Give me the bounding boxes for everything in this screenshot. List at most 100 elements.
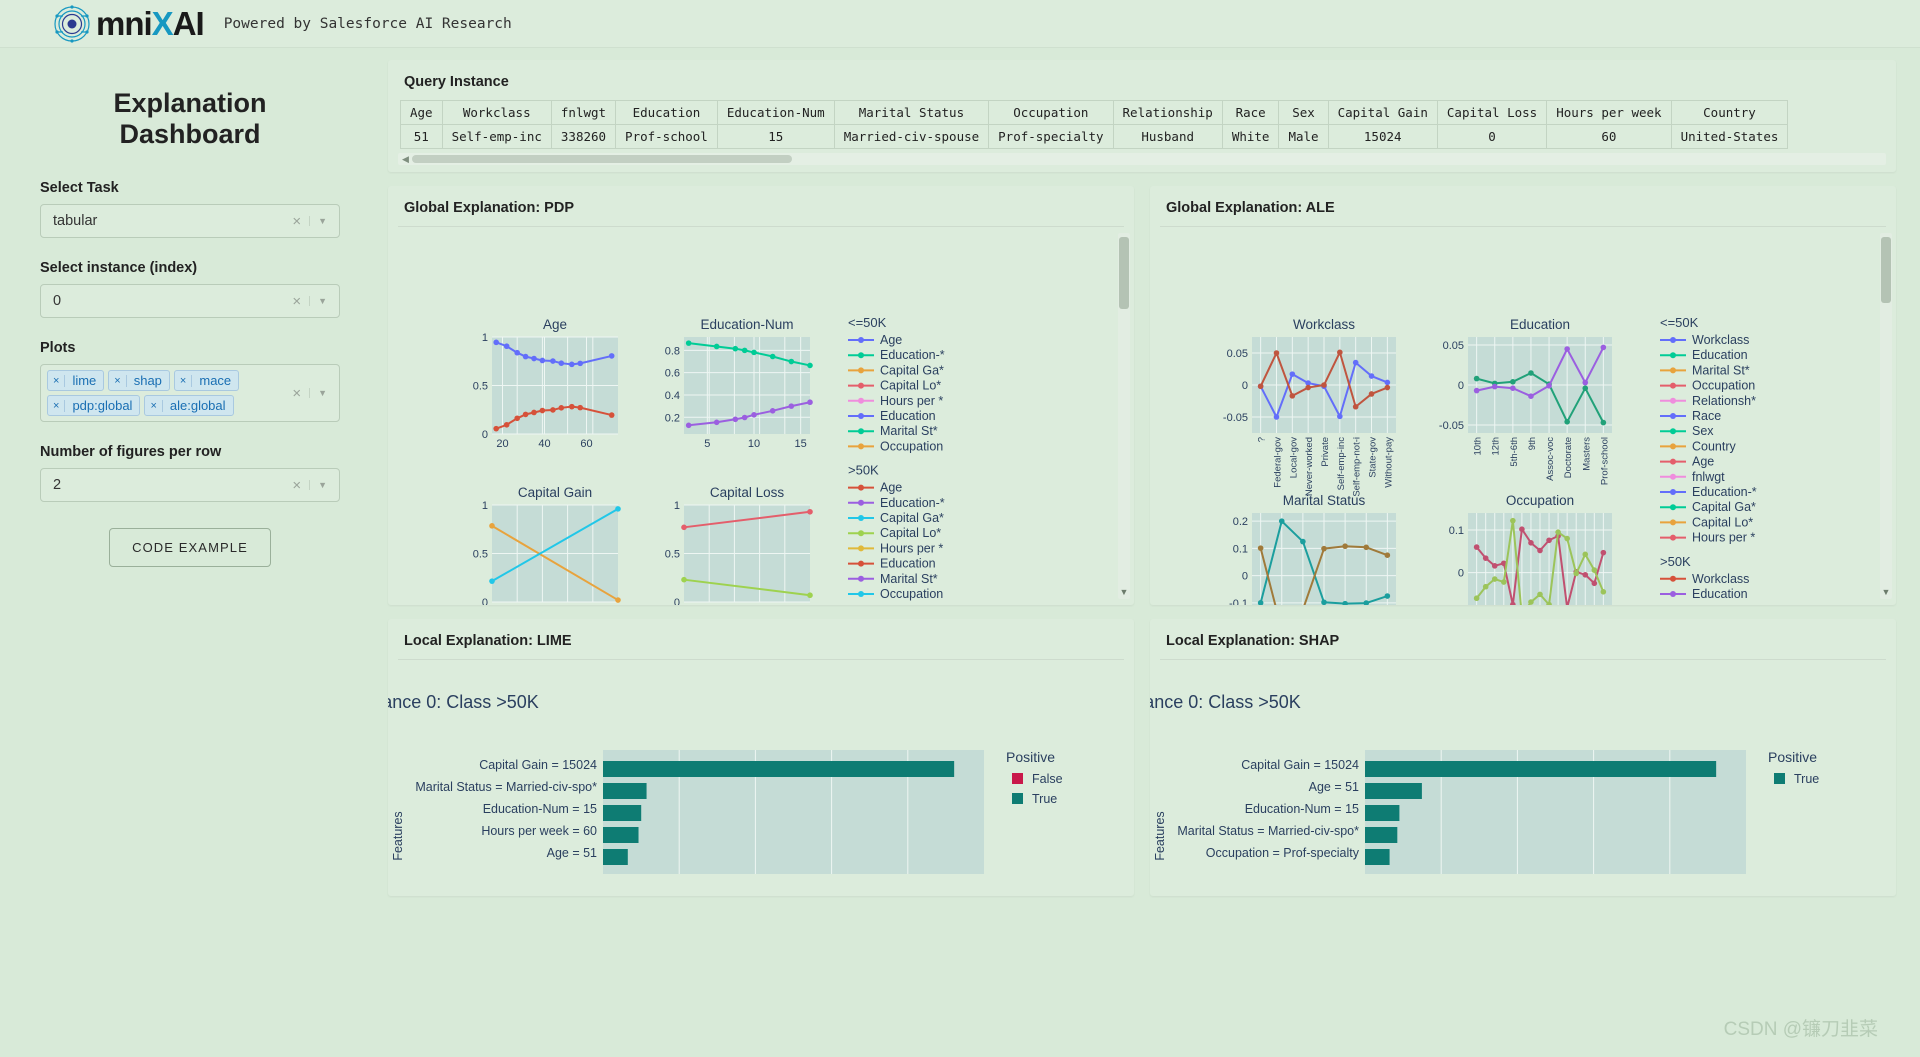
chevron-down-icon[interactable]: ▼ [309, 296, 335, 306]
table-column-header: Occupation [988, 100, 1114, 125]
svg-text:Marital St*: Marital St* [880, 572, 938, 586]
table-cell: 0 [1436, 124, 1548, 149]
query-instance-table: Age Workclass fnlwgt Education Education-Num… [400, 100, 1789, 149]
svg-text:Prof-school: Prof-school [1599, 437, 1610, 485]
svg-text:0: 0 [1242, 380, 1248, 392]
svg-text:False: False [1032, 772, 1063, 786]
chevron-down-icon[interactable]: ▼ [309, 388, 335, 398]
select-task-block: Select Task tabular × ▼ [40, 180, 340, 238]
svg-text:0: 0 [1242, 571, 1248, 583]
svg-text:0.8: 0.8 [665, 345, 680, 357]
plot-tag[interactable]: × shap [108, 370, 170, 391]
svg-text:Age = 51: Age = 51 [1309, 780, 1359, 794]
svg-text:Age: Age [880, 481, 902, 495]
scrollbar-thumb[interactable] [412, 155, 792, 163]
plot-tag[interactable]: × pdp:global [47, 395, 141, 416]
svg-text:Capital Gain: Capital Gain [518, 485, 592, 500]
svg-text:<=50K: <=50K [848, 315, 887, 330]
lime-panel: Local Explanation: LIME Instance 0: Clas… [388, 619, 1134, 896]
sidebar: Explanation Dashboard Select Task tabula… [0, 48, 380, 1057]
ale-panel: Global Explanation: ALE Workclass -0.05 0 0… [1150, 186, 1896, 605]
scroll-left-icon[interactable]: ◀ [398, 154, 413, 165]
svg-text:20: 20 [496, 438, 508, 450]
table-cell: White [1221, 124, 1280, 149]
svg-text:0: 0 [1458, 568, 1464, 580]
svg-text:Education-Num = 15: Education-Num = 15 [483, 802, 597, 816]
clear-icon[interactable]: × [284, 477, 309, 494]
select-instance-dropdown[interactable]: 0 × ▼ [40, 284, 340, 318]
table-column-header: Workclass [441, 100, 552, 125]
plot-tag[interactable]: × mace [173, 370, 240, 391]
svg-text:Sex: Sex [1692, 424, 1714, 438]
ale-vertical-scrollbar[interactable]: ▼ [1880, 233, 1892, 599]
figures-per-row-dropdown[interactable]: 2 × ▼ [40, 468, 340, 502]
scroll-down-icon[interactable]: ▼ [1119, 587, 1129, 597]
svg-text:Education-Num: Education-Num [700, 317, 793, 332]
code-example-button[interactable]: CODE EXAMPLE [109, 528, 271, 567]
svg-text:0.2: 0.2 [665, 412, 680, 424]
table-cell: 60 [1546, 124, 1672, 149]
remove-tag-icon[interactable]: × [48, 399, 66, 412]
select-task-dropdown[interactable]: tabular × ▼ [40, 204, 340, 238]
svg-text:Hours per week = 60: Hours per week = 60 [481, 824, 597, 838]
remove-tag-icon[interactable]: × [175, 374, 193, 387]
remove-tag-icon[interactable]: × [109, 374, 127, 387]
table-column-header: Country [1670, 100, 1789, 125]
svg-text:Instance 0: Class >50K: Instance 0: Class >50K [1150, 692, 1301, 712]
ale-figure: Workclass -0.05 0 0.05? Federal-gov Local-gov… [1223, 315, 1757, 605]
svg-text:Assoc-voc: Assoc-voc [1545, 437, 1556, 481]
svg-text:Doctorate: Doctorate [1563, 437, 1574, 478]
scrollbar-thumb[interactable] [1881, 237, 1891, 303]
scrollbar-thumb[interactable] [1119, 237, 1129, 309]
pdp-panel-title: Global Explanation: PDP [404, 200, 574, 216]
plot-tag-label: mace [199, 373, 232, 388]
svg-text:Capital Ga*: Capital Ga* [880, 511, 944, 525]
svg-text:12th: 12th [1491, 437, 1502, 456]
svg-text:5: 5 [704, 438, 710, 450]
plots-tag-list: × lime × shap × mace × pdp:global × ale:global [47, 370, 284, 416]
svg-text:Positive: Positive [1768, 749, 1817, 765]
table-column-header: Age [400, 100, 443, 125]
scroll-down-icon[interactable]: ▼ [1881, 587, 1891, 597]
svg-text:0.05: 0.05 [1443, 340, 1464, 352]
clear-icon[interactable]: × [284, 293, 309, 310]
remove-tag-icon[interactable]: × [145, 399, 163, 412]
brand-logo[interactable]: mniXAI [50, 2, 205, 46]
plots-controls: × ▼ [284, 385, 335, 402]
svg-text:Never-worked: Never-worked [1304, 437, 1315, 496]
plots-multiselect[interactable]: × lime × shap × mace × pdp:global × ale:global × … [40, 364, 340, 422]
plots-label: Plots [40, 340, 76, 356]
svg-text:Education: Education [880, 409, 936, 423]
page-title: Explanation Dashboard [113, 88, 267, 149]
svg-text:Age: Age [1692, 455, 1714, 469]
svg-text:Capital Lo*: Capital Lo* [1692, 515, 1753, 529]
table-column-header: Education [615, 100, 718, 125]
logo-wordmark: mniXAI [96, 5, 205, 42]
pdp-vertical-scrollbar[interactable]: ▼ [1118, 233, 1130, 599]
plot-tag[interactable]: × lime [47, 370, 105, 391]
clear-icon[interactable]: × [284, 213, 309, 230]
svg-text:Masters: Masters [1581, 437, 1592, 471]
select-instance-label: Select instance (index) [40, 260, 198, 276]
pdp-figure: Age 0 0.5 1 20 40 60 Education-Num 0.2 0.4 0.6 0.8 5… [473, 315, 945, 605]
svg-text:Education-*: Education-* [1692, 485, 1757, 499]
query-instance-table-scroll[interactable]: Age Workclass fnlwgt Education Education-Num… [388, 100, 1896, 149]
figures-per-row-value: 2 [53, 477, 62, 493]
plot-tag[interactable]: × ale:global [144, 395, 234, 416]
svg-text:0: 0 [674, 597, 680, 605]
logo-ai: AI [172, 5, 205, 42]
chevron-down-icon[interactable]: ▼ [309, 216, 335, 226]
svg-text:15: 15 [795, 438, 807, 450]
clear-icon[interactable]: × [284, 385, 309, 402]
remove-tag-icon[interactable]: × [48, 374, 66, 387]
svg-text:0.05: 0.05 [1227, 348, 1248, 360]
table-cell: 51 [400, 124, 443, 149]
horizontal-scrollbar[interactable]: ◀ [398, 153, 1886, 165]
svg-text:Education-*: Education-* [880, 496, 945, 510]
svg-text:Marital Status = Married-civ-s: Marital Status = Married-civ-spo* [415, 780, 597, 794]
svg-text:1: 1 [674, 500, 680, 512]
svg-text:Private: Private [1320, 437, 1331, 467]
chevron-down-icon[interactable]: ▼ [309, 480, 335, 490]
svg-text:Capital Gain = 15024: Capital Gain = 15024 [479, 758, 597, 772]
table-column-header: Sex [1278, 100, 1329, 125]
